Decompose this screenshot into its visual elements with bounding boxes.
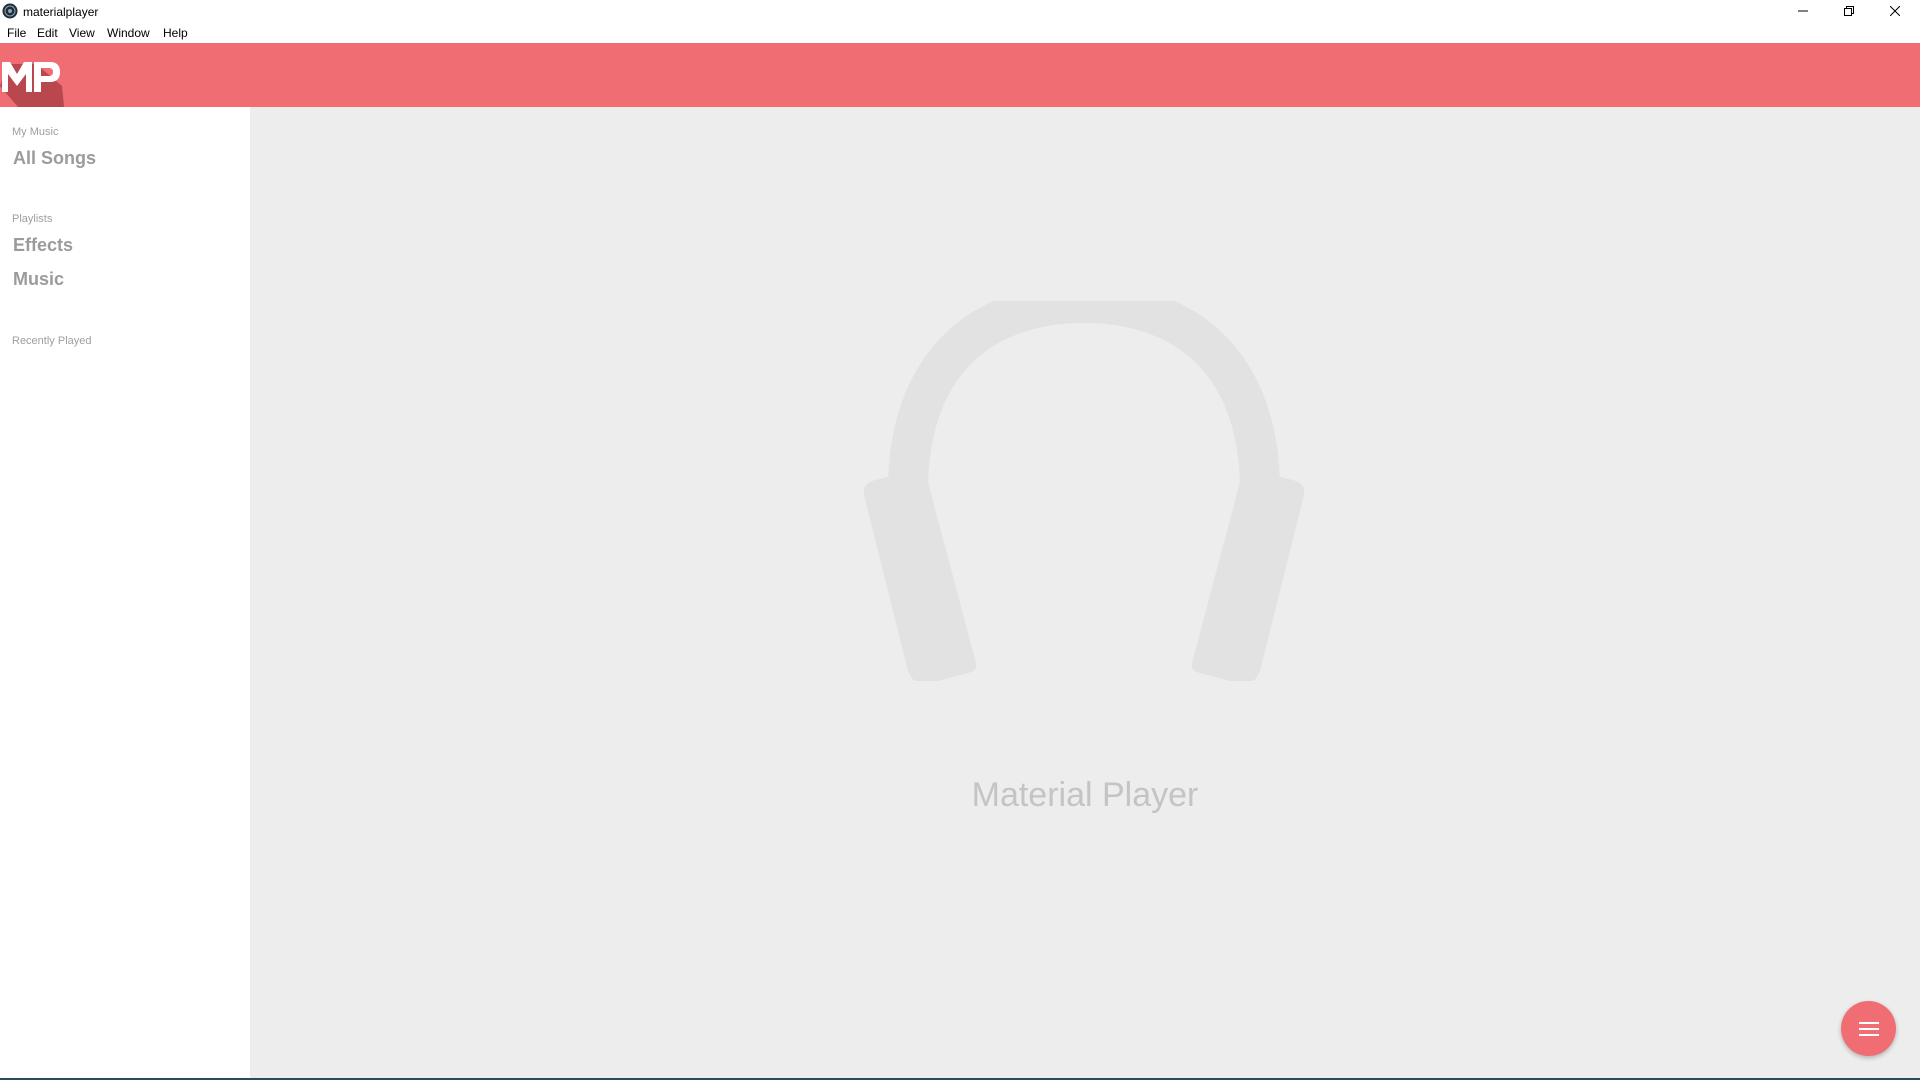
menu-fab-button[interactable] <box>1841 1001 1896 1056</box>
app-header <box>0 43 1920 107</box>
minimize-button[interactable] <box>1780 0 1826 22</box>
app-name-placeholder: Material Player <box>971 776 1199 814</box>
close-icon <box>1890 6 1900 16</box>
window-title: materialplayer <box>23 5 99 19</box>
title-bar: materialplayer <box>0 0 1920 23</box>
section-my-music: My Music <box>12 126 59 138</box>
menu-icon <box>1858 1021 1879 1036</box>
sidebar-item-music[interactable]: Music <box>13 268 64 290</box>
close-button[interactable] <box>1872 0 1918 22</box>
sidebar-item-all-songs[interactable]: All Songs <box>13 147 96 169</box>
menu-file[interactable]: File <box>7 26 26 40</box>
main-content: Material Player <box>250 107 1920 1078</box>
menu-view[interactable]: View <box>69 26 95 40</box>
maximize-icon <box>1844 6 1854 16</box>
menu-edit[interactable]: Edit <box>37 26 58 40</box>
app-icon <box>2 3 18 19</box>
menu-help[interactable]: Help <box>163 26 188 40</box>
mp-logo <box>0 62 64 107</box>
headphones-icon <box>864 301 1304 681</box>
minimize-icon <box>1798 10 1808 12</box>
section-playlists: Playlists <box>12 213 53 225</box>
maximize-button[interactable] <box>1826 0 1872 22</box>
sidebar: My Music All Songs Playlists Effects Mus… <box>0 107 250 1078</box>
section-recently-played: Recently Played <box>12 335 92 347</box>
menu-window[interactable]: Window <box>107 26 150 40</box>
menu-bar: File Edit View Window Help <box>0 23 1920 43</box>
sidebar-item-effects[interactable]: Effects <box>13 234 73 256</box>
